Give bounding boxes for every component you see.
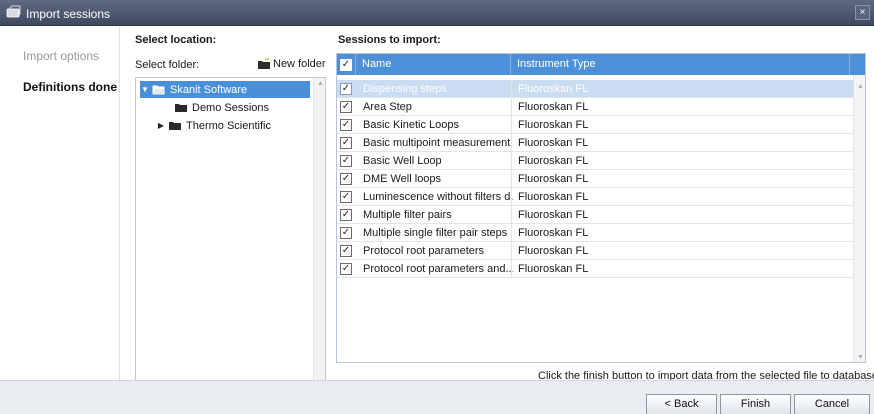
window-title: Import sessions (26, 7, 111, 21)
folder-icon (169, 122, 181, 130)
folder-open-icon (152, 85, 165, 95)
tree-node-label: Skanit Software (170, 83, 248, 96)
grid-header: ✓ Name Instrument Type (337, 54, 865, 75)
session-row[interactable]: ✓ DME Well loops Fluoroskan FL (337, 170, 854, 188)
session-row[interactable]: ✓ Protocol root parameters and... Fluorosk… (337, 260, 854, 278)
step-import-options[interactable]: Import options (0, 49, 119, 63)
session-row[interactable]: ✓ Multiple single filter pair steps Fluoro… (337, 224, 854, 242)
session-row[interactable]: ✓ Basic Well Loop Fluoroskan FL (337, 152, 854, 170)
column-separator (511, 152, 512, 170)
session-name: Dispensing steps (363, 83, 447, 95)
session-instrument-type: Fluoroskan FL (518, 173, 589, 185)
session-instrument-type: Fluoroskan FL (518, 209, 589, 221)
expanded-arrow-icon[interactable]: ▼ (140, 85, 150, 94)
session-instrument-type: Fluoroskan FL (518, 137, 589, 149)
select-all-checkbox[interactable]: ✓ (337, 54, 356, 75)
session-name: Luminescence without filters d... (363, 191, 513, 203)
close-button[interactable]: × (855, 5, 870, 20)
column-separator (511, 170, 512, 188)
scroll-down-icon[interactable]: ▼ (857, 354, 864, 361)
session-checkbox[interactable]: ✓ (340, 227, 352, 239)
scroll-up-icon[interactable]: ▲ (317, 80, 324, 87)
new-folder-label: New folder (273, 58, 326, 70)
cancel-button[interactable]: Cancel (794, 394, 870, 414)
column-separator (511, 260, 512, 278)
column-separator (511, 206, 512, 224)
session-name: Protocol root parameters (363, 245, 485, 257)
sessions-grid[interactable]: ✓ Name Instrument Type ✓ Dispensing steps… (336, 53, 866, 363)
session-row[interactable]: ✓ Dispensing steps Fluoroskan FL (337, 80, 854, 98)
session-name: Basic multipoint measurement (363, 137, 511, 149)
session-row[interactable]: ✓ Area Step Fluoroskan FL (337, 98, 854, 116)
scroll-up-icon[interactable]: ▲ (857, 83, 864, 90)
new-folder-button[interactable]: New folder (257, 56, 326, 72)
session-instrument-type: Fluoroskan FL (518, 101, 589, 113)
session-row[interactable]: ✓ Protocol root parameters Fluoroskan FL (337, 242, 854, 260)
check-icon: ✓ (340, 59, 352, 71)
grid-scrollbar[interactable]: ▲ ▼ (853, 75, 865, 362)
finish-button[interactable]: Finish (720, 394, 791, 414)
tree-node-label: Demo Sessions (192, 101, 270, 114)
session-row[interactable]: ✓ Basic multipoint measurement Fluoroskan … (337, 134, 854, 152)
session-instrument-type: Fluoroskan FL (518, 119, 589, 131)
session-name: Area Step (363, 101, 412, 113)
session-checkbox[interactable]: ✓ (340, 101, 352, 113)
session-instrument-type: Fluoroskan FL (518, 191, 589, 203)
step-definitions-done[interactable]: Definitions done (0, 80, 119, 94)
session-row[interactable]: ✓ Luminescence without filters d... Fluoro… (337, 188, 854, 206)
column-header-instrument-type[interactable]: Instrument Type (511, 54, 850, 75)
session-instrument-type: Fluoroskan FL (518, 227, 589, 239)
session-row[interactable]: ✓ Basic Kinetic Loops Fluoroskan FL (337, 116, 854, 134)
session-instrument-type: Fluoroskan FL (518, 263, 589, 275)
session-row[interactable]: ✓ Multiple filter pairs Fluoroskan FL (337, 206, 854, 224)
session-instrument-type: Fluoroskan FL (518, 155, 589, 167)
session-checkbox[interactable]: ✓ (340, 173, 352, 185)
column-separator (511, 134, 512, 152)
column-separator (511, 224, 512, 242)
session-checkbox[interactable]: ✓ (340, 209, 352, 221)
import-app-icon (6, 5, 21, 18)
collapsed-arrow-icon[interactable]: ▶ (156, 121, 166, 130)
session-name: Multiple filter pairs (363, 209, 452, 221)
tree-node-skanit-software[interactable]: ▼ Skanit Software (140, 81, 310, 98)
wizard-content: Select location: Select folder: New fold… (120, 26, 874, 391)
folder-tree[interactable]: ▼ Skanit Software Demo Sessions ▶ Thermo… (135, 77, 326, 391)
new-folder-icon (258, 58, 270, 69)
select-location-heading: Select location: (135, 34, 217, 46)
session-checkbox[interactable]: ✓ (340, 245, 352, 257)
column-separator (511, 98, 512, 116)
column-separator (511, 242, 512, 260)
grid-body: ✓ Dispensing steps Fluoroskan FL ✓ Area Step… (337, 80, 854, 278)
session-name: DME Well loops (363, 173, 442, 185)
column-separator (511, 80, 512, 98)
session-checkbox[interactable]: ✓ (340, 191, 352, 203)
session-checkbox[interactable]: ✓ (340, 137, 352, 149)
title-bar: Import sessions × (0, 0, 874, 26)
tree-node-demo-sessions[interactable]: Demo Sessions (172, 99, 269, 116)
folder-icon (175, 104, 187, 112)
button-bar: < Back Finish Cancel (0, 380, 874, 414)
tree-scrollbar[interactable]: ▲ ▼ (313, 78, 325, 390)
wizard-steps: Import options Definitions done (0, 26, 120, 380)
session-checkbox[interactable]: ✓ (340, 83, 352, 95)
session-checkbox[interactable]: ✓ (340, 119, 352, 131)
session-name: Basic Well Loop (363, 155, 442, 167)
sessions-heading: Sessions to import: (338, 34, 441, 46)
column-header-name[interactable]: Name (356, 54, 511, 75)
session-instrument-type: Fluoroskan FL (518, 245, 589, 257)
session-instrument-type: Fluoroskan FL (518, 83, 589, 95)
column-separator (511, 116, 512, 134)
session-name: Multiple single filter pair steps (363, 227, 508, 239)
back-button[interactable]: < Back (646, 394, 717, 414)
tree-node-label: Thermo Scientific (186, 119, 271, 132)
select-folder-label: Select folder: (135, 59, 200, 71)
column-separator (511, 188, 512, 206)
tree-node-thermo-scientific[interactable]: ▶ Thermo Scientific (156, 117, 271, 134)
session-name: Basic Kinetic Loops (363, 119, 459, 131)
session-checkbox[interactable]: ✓ (340, 263, 352, 275)
session-name: Protocol root parameters and... (363, 263, 513, 275)
session-checkbox[interactable]: ✓ (340, 155, 352, 167)
